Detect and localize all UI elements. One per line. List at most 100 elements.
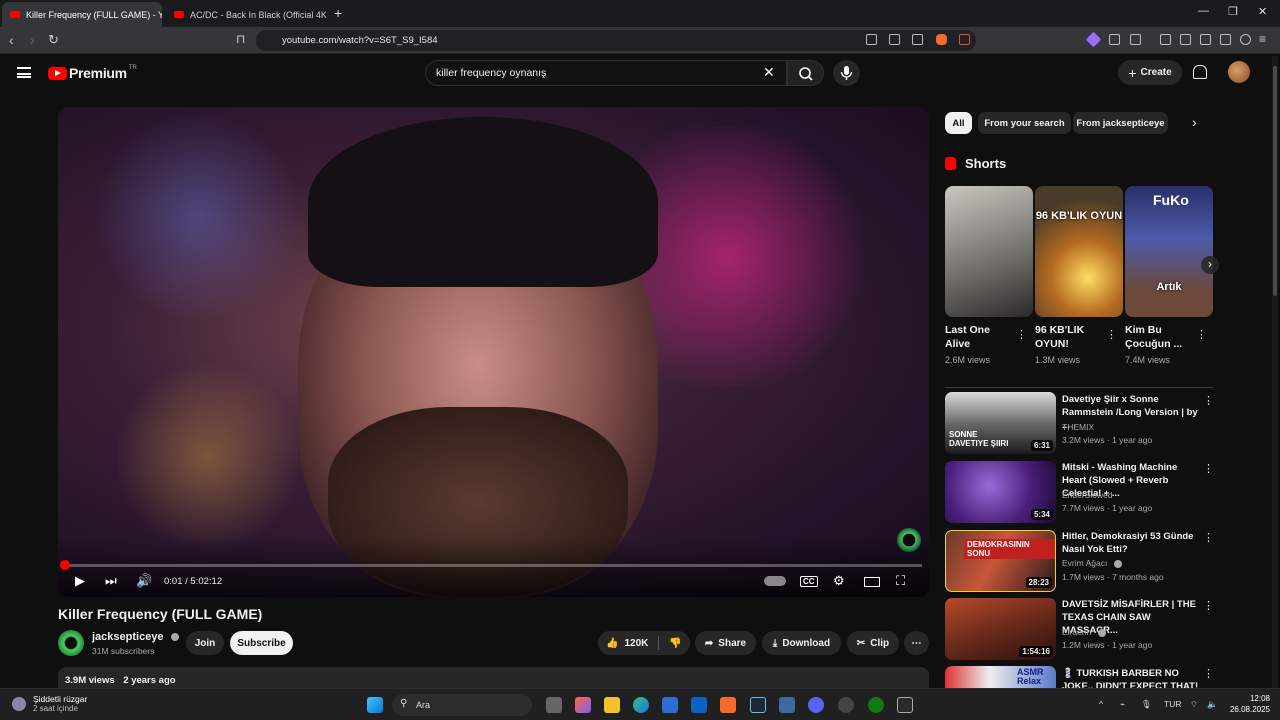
chevron-right-icon[interactable]: ›: [1192, 114, 1197, 130]
weather-widget[interactable]: Şiddetli rüzgar 2 saat içinde: [12, 694, 87, 713]
video-thumbnail[interactable]: 1:54:16: [945, 598, 1056, 660]
join-button[interactable]: Join: [186, 631, 224, 655]
more-vertical-icon[interactable]: ⋮: [1203, 394, 1214, 407]
scrollbar-thumb[interactable]: [1273, 66, 1277, 296]
vpn-icon[interactable]: [1240, 34, 1251, 45]
more-vertical-icon[interactable]: ⋮: [1203, 667, 1214, 680]
search-button[interactable]: [787, 60, 824, 86]
hamburger-menu-icon[interactable]: [17, 67, 31, 78]
extension-diamond-icon[interactable]: [1085, 31, 1102, 48]
shorts-next-icon[interactable]: ›: [1201, 256, 1219, 274]
theater-mode-icon[interactable]: [864, 577, 880, 587]
notifications-bell-icon[interactable]: [1193, 65, 1207, 79]
chip-all[interactable]: All: [945, 112, 972, 134]
volume-icon[interactable]: 🔊: [136, 573, 152, 589]
clear-search-icon[interactable]: ✕: [763, 64, 775, 81]
video-thumbnail[interactable]: ASMR Relax: [945, 666, 1056, 688]
chip-from-your-search[interactable]: From your search: [978, 112, 1071, 134]
short-thumbnail[interactable]: 96 KB'LIK OYUN: [1035, 186, 1123, 317]
more-vertical-icon[interactable]: ⋮: [1203, 599, 1214, 612]
thumbs-up-icon[interactable]: 👍: [606, 638, 618, 649]
outlook-icon[interactable]: [691, 697, 707, 713]
related-channel-name[interactable]: THEMIX: [1062, 422, 1094, 432]
file-explorer-icon[interactable]: [604, 697, 620, 713]
channel-avatar[interactable]: [58, 630, 84, 656]
voice-search-button[interactable]: [833, 60, 860, 86]
bookmark-icon[interactable]: ⊓: [236, 32, 245, 46]
app-icon[interactable]: [838, 697, 854, 713]
edge-icon[interactable]: [633, 697, 649, 713]
youtube-premium-logo[interactable]: Premium TR: [48, 65, 137, 81]
clip-button[interactable]: ✂ Clip: [847, 631, 899, 655]
channel-name[interactable]: jacksepticeye: [92, 631, 179, 643]
cast-icon[interactable]: [866, 34, 877, 45]
brave-browser-icon[interactable]: [720, 697, 736, 713]
wifi-icon[interactable]: ⌔: [1190, 699, 1198, 710]
menu-icon[interactable]: ≡: [1259, 32, 1266, 46]
play-icon[interactable]: ▶: [75, 573, 85, 589]
more-vertical-icon[interactable]: ⋮: [1106, 328, 1117, 341]
progress-bar[interactable]: [60, 560, 922, 570]
leo-ai-icon[interactable]: [1220, 34, 1231, 45]
network-icon[interactable]: ⌁: [1120, 699, 1125, 710]
autoplay-toggle[interactable]: [764, 576, 786, 586]
video-player[interactable]: ▶ ⏭ 🔊 0:01 / 5:02:12 CC ⚙ ⛶: [58, 107, 929, 597]
like-count[interactable]: 120K: [624, 638, 648, 649]
short-title[interactable]: 96 KB'LIK OYUN!: [1035, 323, 1105, 351]
related-channel-name[interactable]: EnderSlowed: [1062, 490, 1113, 500]
video-thumbnail[interactable]: 5:34: [945, 461, 1056, 523]
share-button[interactable]: ➦ Share: [695, 631, 756, 655]
system-clock[interactable]: 12:08 26.08.2025: [1228, 693, 1270, 715]
share-page-icon[interactable]: [912, 34, 923, 45]
search-input[interactable]: killer frequency oynanış: [425, 60, 787, 86]
more-vertical-icon[interactable]: ⋮: [1203, 531, 1214, 544]
tab-acdc[interactable]: AC/DC - Back In Black (Official 4K Vid: [166, 2, 326, 27]
fullscreen-icon[interactable]: ⛶: [896, 573, 905, 589]
wallet-icon[interactable]: [1200, 34, 1211, 45]
more-vertical-icon[interactable]: ⋮: [1196, 328, 1207, 341]
video-thumbnail[interactable]: SONNE DAVETIYE ŞIIRI 6:31: [945, 392, 1056, 454]
store-icon[interactable]: [662, 697, 678, 713]
app-icon[interactable]: [779, 697, 795, 713]
account-avatar[interactable]: [1228, 61, 1250, 83]
related-video-title[interactable]: Hitler, Demokrasiyi 53 Günde Nasıl Yok E…: [1062, 530, 1200, 556]
media-icon[interactable]: [1160, 34, 1171, 45]
input-language[interactable]: TUR: [1164, 699, 1181, 709]
short-title[interactable]: Last One Alive: [945, 323, 1015, 351]
related-video-title[interactable]: 💈 TURKISH BARBER NO JOKE.. DIDN'T EXPECT…: [1062, 667, 1200, 688]
windows-start-icon[interactable]: [367, 697, 383, 713]
xbox-icon[interactable]: [868, 697, 884, 713]
related-channel-name[interactable]: Evrim Ağacı: [1062, 558, 1122, 568]
reload-icon[interactable]: ↻: [48, 32, 59, 48]
restore-icon[interactable]: ❐: [1228, 5, 1238, 18]
download-button[interactable]: ⤓ Download: [762, 631, 841, 655]
short-thumbnail[interactable]: [945, 186, 1033, 317]
minimize-icon[interactable]: —: [1198, 5, 1209, 17]
steam-icon[interactable]: [750, 697, 766, 713]
forward-icon[interactable]: ›: [30, 32, 35, 48]
related-channel-name[interactable]: Elraenn: [1062, 627, 1106, 637]
copilot-icon[interactable]: [575, 697, 591, 713]
video-thumbnail[interactable]: DEMOKRASININ SONU 28:23: [945, 530, 1056, 592]
chip-from-channel[interactable]: From jacksepticeye: [1073, 112, 1168, 134]
thumbs-down-icon[interactable]: 👎: [669, 638, 681, 649]
short-thumbnail[interactable]: FuKo Artık: [1125, 186, 1213, 317]
discord-icon[interactable]: [808, 697, 824, 713]
taskbar-search[interactable]: ⚲ Ara: [392, 694, 532, 716]
tray-chevron-icon[interactable]: ^: [1099, 699, 1103, 709]
more-actions-button[interactable]: ⋯: [904, 631, 929, 655]
extensions-icon[interactable]: [1109, 34, 1120, 45]
next-icon[interactable]: ⏭: [105, 573, 117, 589]
settings-gear-icon[interactable]: ⚙: [833, 573, 845, 589]
epic-games-icon[interactable]: [897, 697, 913, 713]
page-scrollbar[interactable]: [1272, 56, 1278, 688]
captions-icon[interactable]: CC: [800, 576, 818, 587]
screenshot-icon[interactable]: [1130, 34, 1141, 45]
task-view-icon[interactable]: [546, 697, 562, 713]
more-vertical-icon[interactable]: ⋮: [1203, 462, 1214, 475]
translate-icon[interactable]: [889, 34, 900, 45]
speaker-icon[interactable]: 🔈: [1207, 699, 1218, 710]
tab-killer-frequency[interactable]: Killer Frequency (FULL GAME) - Y ✕: [2, 2, 162, 27]
sidebar-icon[interactable]: [1180, 34, 1191, 45]
new-tab-icon[interactable]: +: [334, 5, 342, 21]
